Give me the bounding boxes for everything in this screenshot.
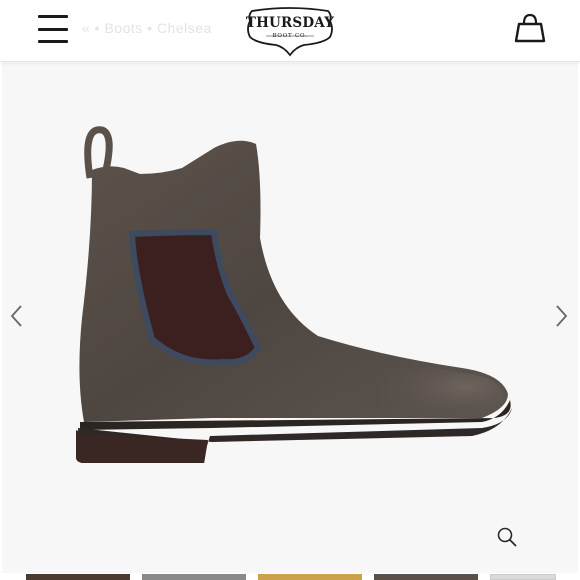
hamburger-menu-icon[interactable] [38, 15, 70, 43]
site-header: « • Boots • Chelsea THURSDAY BOOT CO. [0, 0, 580, 62]
thumbnail-5[interactable] [490, 574, 556, 580]
product-image[interactable] [62, 118, 522, 463]
magnifier-icon[interactable] [495, 525, 519, 549]
chevron-left-icon[interactable] [6, 301, 26, 331]
breadcrumb: « • Boots • Chelsea [82, 20, 212, 36]
logo-tagline: BOOT CO. [272, 33, 308, 39]
thumbnail-3[interactable] [258, 574, 362, 580]
thumbnail-1[interactable] [26, 574, 130, 580]
thumbnail-4[interactable] [374, 574, 478, 580]
menu-bar-2 [38, 27, 68, 31]
thumbnail-strip [0, 574, 580, 580]
thumbnail-2[interactable] [142, 574, 246, 580]
menu-bar-3 [38, 40, 68, 43]
product-gallery [2, 63, 578, 573]
shopping-bag-icon[interactable] [512, 10, 548, 46]
brand-logo[interactable]: THURSDAY BOOT CO. [244, 3, 336, 57]
menu-bar-1 [38, 15, 68, 18]
logo-wordmark: THURSDAY [245, 15, 335, 31]
chevron-right-icon[interactable] [552, 301, 572, 331]
